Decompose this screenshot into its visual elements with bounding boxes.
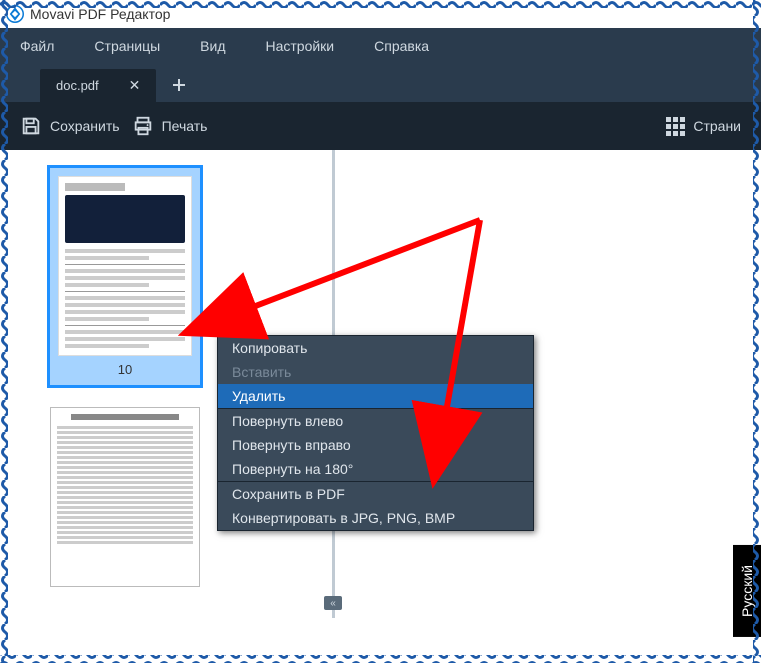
ctx-paste: Вставить [218, 360, 533, 384]
collapse-handle-icon[interactable]: « [324, 596, 342, 610]
save-icon [20, 115, 42, 137]
close-tab-icon[interactable]: ✕ [129, 77, 141, 94]
new-tab-button[interactable] [164, 68, 194, 102]
language-label: Русский [739, 565, 755, 617]
thumbnail-page-number: 10 [58, 362, 192, 377]
menu-settings[interactable]: Настройки [265, 38, 334, 54]
page-thumbnail-selected[interactable]: 10 [50, 168, 200, 385]
ctx-save-pdf[interactable]: Сохранить в PDF [218, 482, 533, 506]
save-label: Сохранить [50, 118, 120, 134]
print-icon [132, 115, 154, 137]
menu-file[interactable]: Файл [20, 38, 54, 54]
ctx-copy[interactable]: Копировать [218, 336, 533, 360]
tabbar: doc.pdf ✕ [0, 64, 761, 102]
print-button[interactable]: Печать [132, 115, 208, 137]
pages-view-button[interactable]: Страни [666, 117, 741, 136]
ctx-convert[interactable]: Конвертировать в JPG, PNG, BMP [218, 506, 533, 530]
ctx-rotate-left[interactable]: Повернуть влево [218, 409, 533, 433]
plus-icon [171, 77, 187, 93]
menubar: Файл Страницы Вид Настройки Справка [0, 28, 761, 64]
app-logo-icon [6, 5, 24, 23]
window-title: Movavi PDF Редактор [30, 6, 170, 22]
document-tab[interactable]: doc.pdf ✕ [40, 69, 156, 102]
menu-help[interactable]: Справка [374, 38, 429, 54]
toolbar: Сохранить Печать Страни [0, 102, 761, 150]
ctx-delete[interactable]: Удалить [218, 384, 533, 408]
window-titlebar: Movavi PDF Редактор [0, 0, 761, 28]
language-tab[interactable]: Русский [733, 545, 761, 637]
context-menu: Копировать Вставить Удалить Повернуть вл… [217, 335, 534, 531]
grid-icon [666, 117, 685, 136]
ctx-rotate-180[interactable]: Повернуть на 180° [218, 457, 533, 481]
page-preview [58, 176, 192, 356]
page-thumbnail[interactable] [50, 407, 200, 587]
print-label: Печать [162, 118, 208, 134]
page-preview [50, 407, 200, 587]
ctx-rotate-right[interactable]: Повернуть вправо [218, 433, 533, 457]
menu-view[interactable]: Вид [200, 38, 225, 54]
pages-view-label: Страни [693, 118, 741, 134]
menu-pages[interactable]: Страницы [94, 38, 160, 54]
app-chrome: Файл Страницы Вид Настройки Справка doc.… [0, 28, 761, 150]
save-button[interactable]: Сохранить [20, 115, 120, 137]
tab-label: doc.pdf [56, 78, 99, 93]
